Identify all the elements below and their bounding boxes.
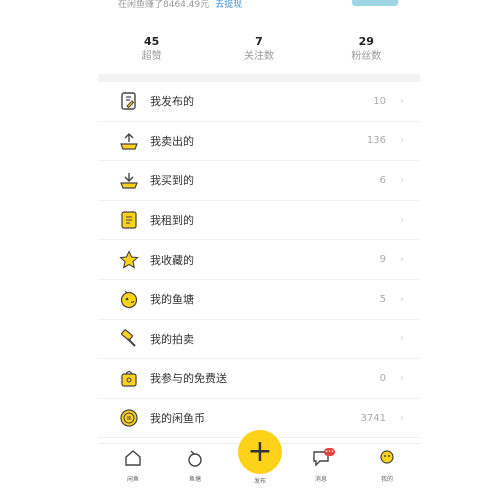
tab-fishpond[interactable]: 鱼塘 (170, 448, 220, 483)
stat-followers-value: 29 (358, 35, 374, 48)
tab-home-label: 闲鱼 (126, 476, 139, 483)
messages-badge: ••• (324, 448, 335, 456)
menu-item-count: 6 (379, 174, 386, 186)
stat-followers-label: 粉丝数 (351, 51, 382, 62)
menu-item-count: 9 (379, 254, 386, 266)
chevron-right-icon: › (400, 174, 404, 186)
menu-item-label: 我的闲鱼币 (150, 412, 205, 426)
star-icon (118, 249, 140, 271)
rent-icon (118, 209, 140, 231)
menu-item-label: 我买到的 (150, 174, 194, 188)
tab-messages-label: 消息 (314, 476, 327, 483)
coin-icon (118, 407, 140, 429)
menu-item-label: 我卖出的 (150, 134, 194, 148)
fishpond-icon (118, 288, 140, 310)
fishpond-tab-icon (188, 450, 202, 467)
tab-messages[interactable]: ••• 消息 (296, 448, 346, 483)
tab-fishpond-label: 鱼塘 (188, 476, 201, 483)
menu-item-count: 10 (373, 95, 386, 107)
chevron-right-icon: › (400, 135, 404, 147)
chevron-right-icon: › (400, 254, 404, 266)
chevron-right-icon: › (400, 214, 404, 226)
withdraw-link[interactable]: 去提现 (215, 0, 242, 10)
publish-button[interactable]: + (238, 430, 282, 474)
bottom-tab-bar: 闲鱼 鱼塘 + 发布 ••• 消息 我的 (98, 430, 420, 492)
publish-label: 发布 (253, 478, 266, 485)
tab-home[interactable]: 闲鱼 (108, 448, 158, 483)
stat-following[interactable]: 7 关注数 (205, 34, 312, 74)
menu-item-auction[interactable]: 我的拍卖 › (98, 320, 420, 360)
menu-item-sold[interactable]: 我卖出的 136 › (98, 122, 420, 162)
top-banner-edge (352, 0, 398, 6)
stat-likes-value: 45 (144, 35, 160, 48)
menu-item-count: 5 (379, 293, 386, 305)
menu-item-free-giveaway[interactable]: 我参与的免费送 0 › (98, 359, 420, 399)
menu-item-count: 0 (379, 372, 386, 384)
section-divider (98, 74, 420, 82)
gift-icon (118, 367, 140, 389)
menu-item-label: 我的拍卖 (150, 332, 194, 346)
menu-item-label: 我收藏的 (150, 253, 194, 267)
me-icon (380, 450, 394, 464)
stat-following-value: 7 (255, 35, 263, 48)
auction-icon (118, 328, 140, 350)
chevron-right-icon: › (400, 412, 404, 424)
menu-item-count: 3741 (360, 412, 386, 424)
profile-screen: 在闲鱼赚了8464.49元 去提现 45 超赞 7 关注数 29 粉丝数 我发布的… (98, 0, 420, 492)
menu-item-favorites[interactable]: 我收藏的 9 › (98, 240, 420, 280)
tab-me-label: 我的 (380, 476, 393, 483)
menu-item-label: 我租到的 (150, 214, 194, 228)
menu-item-label: 我参与的免费送 (150, 372, 227, 386)
menu-item-count: 136 (366, 135, 386, 147)
chevron-right-icon: › (400, 372, 404, 384)
menu-item-label: 我的鱼塘 (150, 293, 194, 307)
tab-me[interactable]: 我的 (362, 448, 412, 483)
stat-likes-label: 超赞 (141, 51, 162, 62)
stat-followers[interactable]: 29 粉丝数 (313, 34, 420, 74)
bought-icon (118, 169, 140, 191)
menu-item-bought[interactable]: 我买到的 6 › (98, 161, 420, 201)
stats-bar: 45 超赞 7 关注数 29 粉丝数 (98, 34, 420, 74)
home-icon (125, 450, 141, 466)
menu-item-rented[interactable]: 我租到的 › (98, 201, 420, 241)
chevron-right-icon: › (400, 333, 404, 345)
sold-icon (118, 130, 140, 152)
chevron-right-icon: › (400, 293, 404, 305)
stat-following-label: 关注数 (243, 51, 274, 62)
menu-item-fishpond[interactable]: 我的鱼塘 5 › (98, 280, 420, 320)
menu-item-label: 我发布的 (150, 95, 194, 109)
chevron-right-icon: › (400, 95, 404, 107)
earnings-text: 在闲鱼赚了8464.49元 (118, 0, 210, 10)
publish-icon (118, 90, 140, 112)
profile-menu: 我发布的 10 › 我卖出的 136 › 我买到的 6 › 我租到的 › 我收藏… (98, 82, 420, 439)
stat-likes[interactable]: 45 超赞 (98, 34, 205, 74)
menu-item-published[interactable]: 我发布的 10 › (98, 82, 420, 122)
